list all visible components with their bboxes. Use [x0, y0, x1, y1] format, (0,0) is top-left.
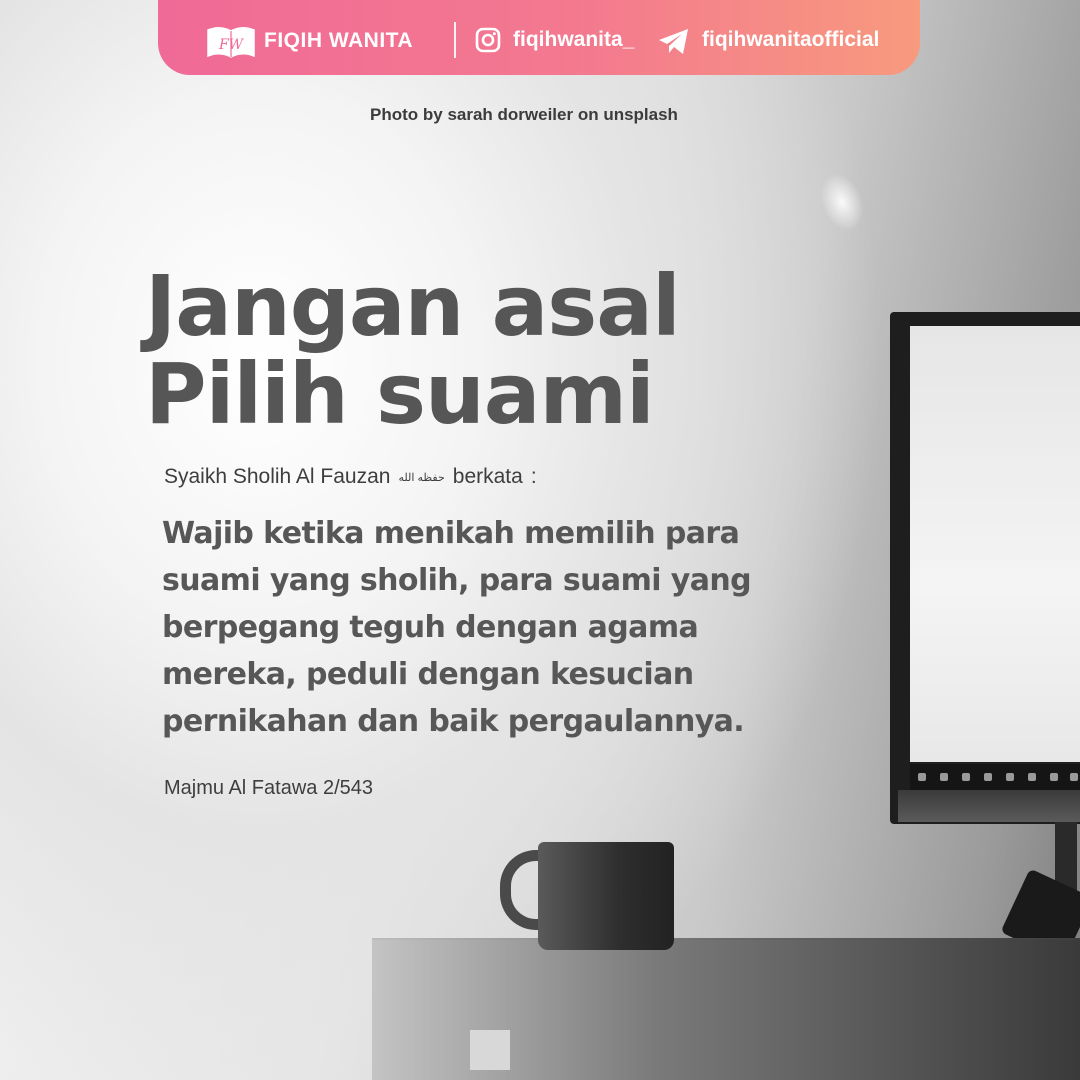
author-attribution: Syaikh Sholih Al Fauzan حفظه الله berkat…: [164, 465, 537, 489]
author-verb: berkata: [452, 465, 523, 488]
book-logo-icon: FW: [206, 24, 256, 60]
headline-line-2: Pilih suami: [145, 345, 655, 443]
mug-image: [538, 842, 674, 950]
headline: Jangan asal Pilih suami: [145, 257, 681, 443]
monitor-image: [890, 312, 1080, 824]
monitor-bezel: [898, 790, 1080, 822]
monitor-screen: [910, 326, 1080, 762]
telegram-icon: [658, 28, 690, 56]
light-reflection: [812, 166, 872, 238]
header-divider: [454, 22, 456, 58]
brand-name: FIQIH WANITA: [264, 29, 414, 52]
honorific-text: حفظه الله: [398, 471, 445, 484]
quote-text: Wajib ketika menikah memilih para suami …: [162, 516, 752, 739]
instagram-handle: fiqihwanita_: [513, 28, 635, 51]
author-colon: :: [530, 465, 537, 488]
desk-highlight: [470, 1030, 510, 1070]
quote-source: Majmu Al Fatawa 2/543: [164, 777, 373, 799]
author-name: Syaikh Sholih Al Fauzan: [164, 465, 391, 488]
header-banner: FW FIQIH WANITA fiqihwanita_ fiqihwanita…: [158, 0, 920, 75]
headline-line-1: Jangan asal: [145, 257, 681, 355]
monitor-taskbar: [910, 764, 1080, 790]
telegram-handle: fiqihwanitaofficial: [702, 28, 880, 51]
instagram-icon: [475, 27, 501, 53]
svg-text:FW: FW: [218, 37, 245, 53]
photo-credit: Photo by sarah dorweiler on unsplash: [370, 105, 678, 124]
post-canvas: FW FIQIH WANITA fiqihwanita_ fiqihwanita…: [0, 0, 1080, 1080]
